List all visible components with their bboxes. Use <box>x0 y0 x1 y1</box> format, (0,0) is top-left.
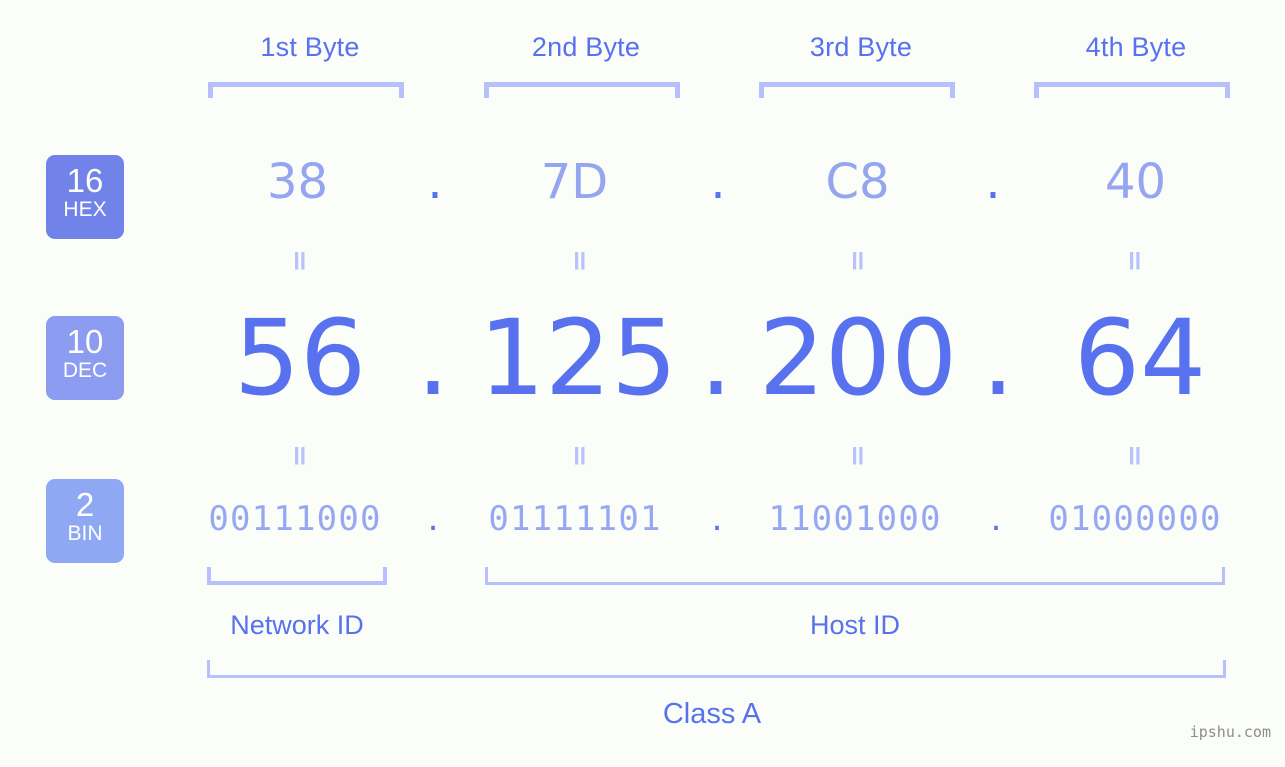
bin-base-badge: 2 BIN <box>46 479 124 563</box>
hex-octet-2: 7D <box>540 154 609 210</box>
equals-mark-hex-dec-2: = <box>564 249 597 273</box>
byte-header-1: 1st Byte <box>260 32 360 62</box>
hex-octet-3: C8 <box>825 154 890 210</box>
byte-header-2: 2nd Byte <box>531 32 641 62</box>
byte-header-3: 3rd Byte <box>809 32 913 62</box>
hex-octet-1: 38 <box>266 154 329 210</box>
site-watermark: ipshu.com <box>1189 723 1271 741</box>
dec-octet-1: 56 <box>233 297 367 419</box>
bin-octet-3: 11001000 <box>768 499 942 539</box>
byte-bracket-top-4 <box>1034 82 1230 98</box>
bin-separator-1: . <box>427 499 439 539</box>
network-id-label: Network ID <box>230 610 364 640</box>
equals-mark-dec-bin-2: = <box>564 444 597 468</box>
hex-separator-1: . <box>427 154 443 210</box>
byte-bracket-top-3 <box>759 82 955 98</box>
host-id-label: Host ID <box>809 610 901 640</box>
bin-octet-4: 01000000 <box>1048 499 1222 539</box>
dec-base-number: 10 <box>66 323 104 360</box>
bin-base-system: BIN <box>67 522 103 545</box>
equals-mark-hex-dec-3: = <box>842 249 875 273</box>
dec-base-badge: 10 DEC <box>46 316 124 400</box>
equals-mark-hex-dec-1: = <box>284 249 317 273</box>
hex-octet-4: 40 <box>1104 154 1167 210</box>
host-id-bracket <box>485 567 1225 585</box>
equals-mark-dec-bin-3: = <box>842 444 875 468</box>
equals-mark-dec-bin-4: = <box>1119 444 1152 468</box>
bin-base-number: 2 <box>75 486 95 523</box>
ip-address-breakdown-diagram: 1st Byte 2nd Byte 3rd Byte 4th Byte 16 H… <box>0 0 1285 767</box>
equals-mark-dec-bin-1: = <box>284 444 317 468</box>
hex-base-badge: 16 HEX <box>46 155 124 239</box>
byte-bracket-top-1 <box>208 82 404 98</box>
hex-base-system: HEX <box>63 198 107 221</box>
dec-base-system: DEC <box>62 359 108 382</box>
dec-octet-2: 125 <box>478 297 678 419</box>
class-label: Class A <box>662 698 762 730</box>
bin-octet-1: 00111000 <box>208 499 382 539</box>
bin-octet-2: 01111101 <box>488 499 662 539</box>
dec-octet-3: 200 <box>758 297 958 419</box>
hex-separator-2: . <box>710 154 726 210</box>
equals-mark-hex-dec-4: = <box>1119 249 1152 273</box>
network-id-bracket <box>207 567 387 585</box>
dec-octet-4: 64 <box>1073 297 1207 419</box>
class-bracket <box>207 660 1226 678</box>
byte-header-4: 4th Byte <box>1085 32 1187 62</box>
hex-base-number: 16 <box>66 162 104 199</box>
byte-bracket-top-2 <box>484 82 680 98</box>
hex-separator-3: . <box>985 154 1001 210</box>
